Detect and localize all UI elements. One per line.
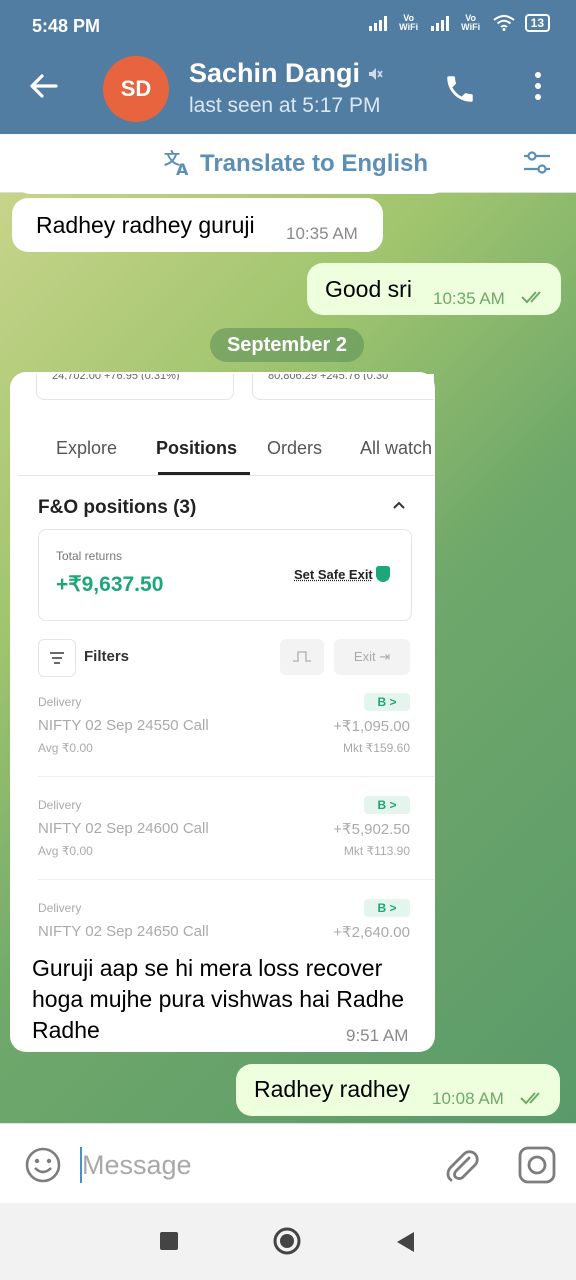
message-time: 9:51 AM [346, 1026, 409, 1045]
tab-all-watchlists: All watch [360, 438, 433, 458]
index-ticker: 80,806.29 +245.76 (0.30 [268, 374, 389, 380]
section-title: F&O positions (3) [38, 497, 197, 518]
position-pnl: +₹1,095.00 [333, 718, 410, 735]
message-time: 10:08 AM [432, 1089, 504, 1108]
position-name: NIFTY 02 Sep 24550 Call [38, 717, 209, 734]
position-type: Delivery [38, 798, 82, 812]
message-time: 10:35 AM [286, 224, 358, 243]
buy-badge: B > [364, 899, 410, 917]
message-text: Radhey radhey [254, 1076, 410, 1102]
buy-badge: B > [364, 796, 410, 814]
filters-label: Filters [84, 648, 130, 665]
tab-orders: Orders [267, 438, 323, 458]
wifi-icon [493, 15, 515, 31]
avatar[interactable]: SD [103, 56, 169, 122]
back-arrow-icon[interactable] [28, 70, 60, 102]
double-check-icon [520, 1092, 540, 1105]
home-button[interactable] [272, 1226, 302, 1256]
last-seen-status: last seen at 5:17 PM [189, 94, 381, 117]
position-name: NIFTY 02 Sep 24600 Call [38, 820, 209, 837]
message-text: Good sri [325, 276, 412, 302]
more-options-icon[interactable] [526, 72, 550, 104]
message-text: Radhey radhey guruji [36, 212, 255, 238]
message-input[interactable] [82, 1145, 412, 1185]
position-pnl: +₹5,902.50 [333, 821, 410, 838]
exit-button: Exit ⇥ [334, 639, 410, 675]
shared-screenshot-image[interactable]: 24,702.00 +76.95 (0.31%) 80,806.29 +245.… [18, 374, 434, 948]
position-mkt: Mkt ₹113.90 [343, 844, 410, 858]
translate-icon: 文A [164, 149, 189, 179]
position-name: NIFTY 02 Sep 24650 Call [38, 923, 209, 940]
position-pnl: +₹2,640.00 [333, 924, 410, 941]
position-avg: Avg ₹0.00 [38, 741, 93, 755]
filter-icon [38, 639, 76, 677]
contact-name[interactable]: Sachin Dangi [189, 58, 360, 89]
shield-icon [376, 566, 390, 582]
vowifi-label: Vo WiFi [399, 13, 419, 32]
position-mkt: Mkt ₹159.60 [342, 741, 410, 755]
total-returns-value: +₹9,637.50 [56, 573, 164, 596]
date-separator: September 2 [210, 328, 364, 362]
index-ticker: 24,702.00 +76.95 (0.31%) [52, 374, 180, 380]
total-returns-label: Total returns [56, 549, 123, 563]
signal-icon [430, 15, 449, 31]
muted-icon [369, 68, 383, 80]
camera-icon[interactable] [516, 1144, 558, 1186]
status-time: 5:48 PM [32, 16, 101, 36]
status-icons: Vo WiFi Vo WiFi 13 [368, 13, 550, 32]
position-type: Delivery [38, 901, 82, 915]
tab-explore: Explore [56, 438, 118, 458]
previous-message-partial [16, 180, 446, 194]
tab-positions: Positions [156, 438, 238, 458]
divider [18, 475, 434, 476]
back-nav-button[interactable] [394, 1230, 416, 1254]
buy-badge: B > [364, 693, 410, 711]
divider [38, 879, 434, 880]
exit-label: Exit [353, 649, 376, 664]
phone-icon[interactable] [443, 72, 477, 106]
analytics-icon [280, 639, 324, 675]
emoji-icon[interactable] [24, 1146, 62, 1184]
recents-button[interactable] [160, 1232, 178, 1250]
translate-button[interactable]: Translate to English [200, 150, 428, 178]
vowifi-label: Vo WiFi [461, 13, 481, 32]
chevron-up-icon [393, 501, 405, 509]
message-incoming[interactable]: Radhey radhey guruji 10:35 AM [12, 198, 383, 252]
divider [38, 776, 434, 777]
svg-text:A: A [176, 160, 189, 179]
attach-icon[interactable] [442, 1145, 480, 1185]
translate-settings-icon[interactable] [522, 150, 552, 176]
position-avg: Avg ₹0.00 [38, 844, 93, 858]
position-type: Delivery [38, 695, 82, 709]
message-time: 10:35 AM [433, 289, 505, 308]
signal-icon [368, 15, 387, 31]
message-outgoing[interactable]: Radhey radhey 10:08 AM [236, 1064, 560, 1116]
safe-exit-link: Set Safe Exit [294, 567, 373, 582]
double-check-icon [521, 291, 541, 304]
message-outgoing[interactable]: Good sri 10:35 AM [307, 263, 561, 315]
battery-icon: 13 [524, 14, 550, 32]
